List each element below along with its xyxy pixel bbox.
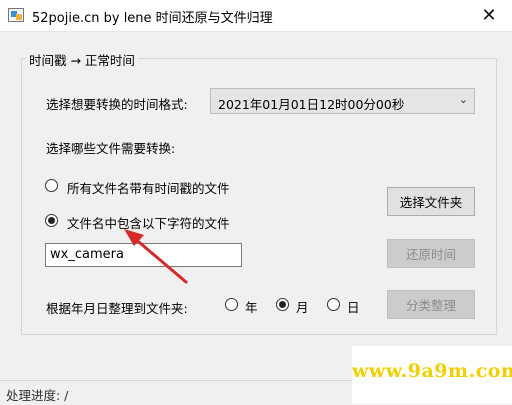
radio-month-label[interactable]: 月 [296,297,309,316]
progress-status: 处理进度: / [6,388,69,403]
app-icon [8,8,24,22]
time-format-select[interactable]: 2021年01月01日12时00分00秒 ⌄ [210,88,475,114]
radio-all-files[interactable] [45,179,58,192]
radio-month[interactable] [276,298,289,311]
title-bar: 52pojie.cn by lene 时间还原与文件归理 ✕ [0,0,512,32]
classify-button[interactable]: 分类整理 [387,290,475,319]
radio-year[interactable] [225,298,238,311]
site-watermark: www.9a9m.com [352,346,512,404]
radio-contains-files-label[interactable]: 文件名中包含以下字符的文件 [67,213,230,232]
time-format-value: 2021年01月01日12时00分00秒 [218,97,405,112]
organize-label: 根据年月日整理到文件夹: [46,301,188,316]
radio-all-files-label[interactable]: 所有文件名带有时间戳的文件 [67,178,230,197]
radio-year-label[interactable]: 年 [245,297,258,316]
watermark-text: www.9a9m.com [352,360,512,382]
window-title: 52pojie.cn by lene 时间还原与文件归理 [32,11,273,26]
chevron-down-icon: ⌄ [458,93,468,106]
radio-day-label[interactable]: 日 [347,297,360,316]
files-label: 选择哪些文件需要转换: [46,141,176,156]
radio-contains-files[interactable] [45,214,58,227]
radio-day[interactable] [327,298,340,311]
restore-time-button[interactable]: 还原时间 [387,239,475,268]
select-folder-button[interactable]: 选择文件夹 [387,187,475,216]
filter-input[interactable]: wx_camera [45,243,242,267]
groupbox-legend: 时间戳 → 正常时间 [26,50,138,69]
close-button[interactable]: ✕ [466,0,512,31]
time-format-label: 选择想要转换的时间格式: [46,97,188,112]
